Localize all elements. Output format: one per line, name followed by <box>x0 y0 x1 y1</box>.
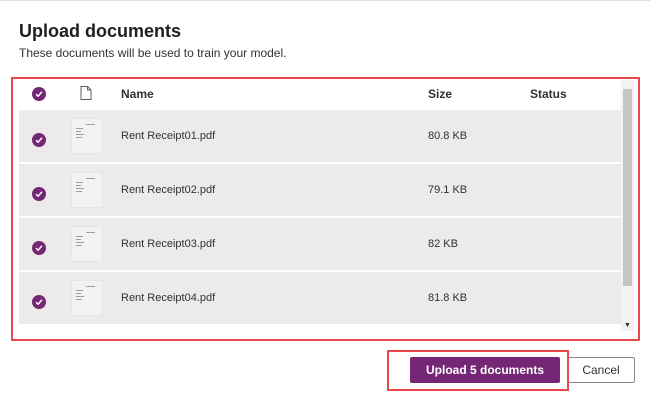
dialog-title: Upload documents <box>19 21 182 41</box>
cancel-button[interactable]: Cancel <box>567 357 635 383</box>
top-divider <box>0 0 650 1</box>
upload-button-highlight-outline <box>387 350 569 391</box>
table-highlight-outline <box>11 77 640 341</box>
dialog-subtitle: These documents will be used to train yo… <box>19 46 287 60</box>
